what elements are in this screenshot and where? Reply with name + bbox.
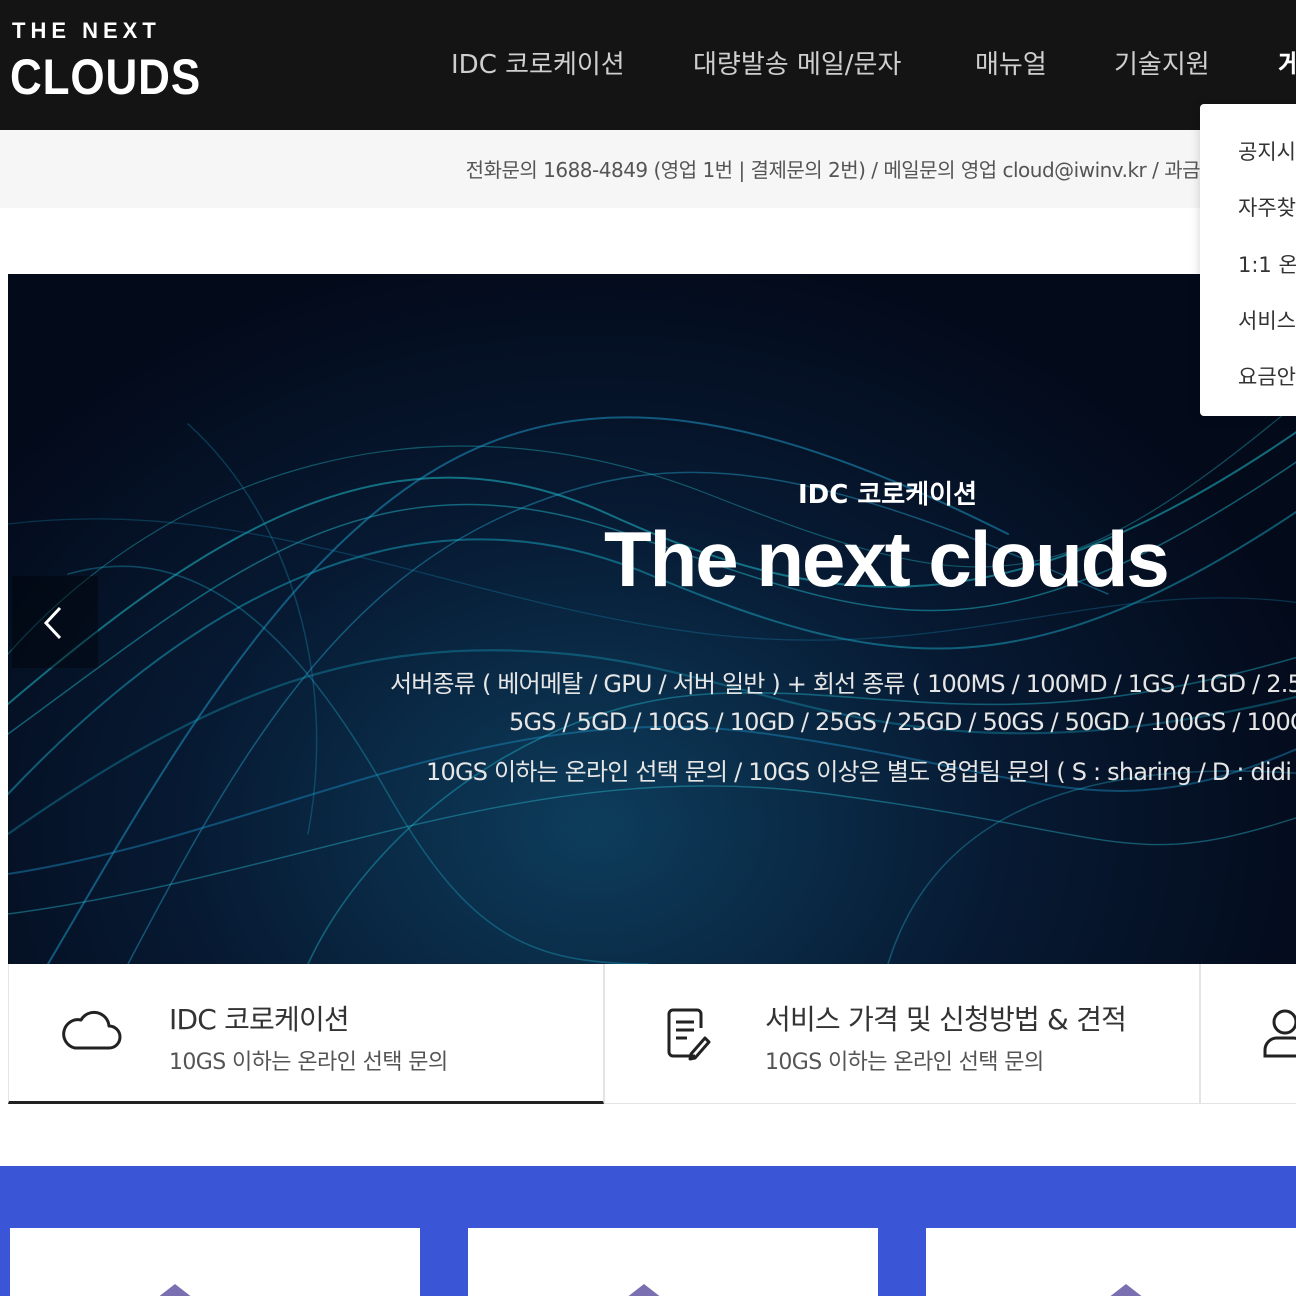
hero-text-line: 서버종류 ( 베어메탈 / GPU / 서버 일반 ) + 회선 종류 ( 10… [390, 670, 1296, 698]
contact-info-bar: 전화문의 1688-4849 (영업 1번 | 결제문의 2번) / 메일문의 … [0, 130, 1296, 208]
nav-item-manual[interactable]: 매뉴얼 [975, 44, 1047, 81]
feature-card[interactable] [468, 1228, 878, 1296]
feature-card[interactable] [926, 1228, 1296, 1296]
hero-banner: IDC 코로케이션 The next clouds 서버종류 ( 베어메탈 / … [8, 274, 1296, 964]
dropdown-item-one-on-one[interactable]: 1:1 온 [1238, 249, 1296, 279]
service-tab-desc: 10GS 이하는 온라인 선택 문의 [765, 1050, 1044, 1075]
service-tab-title: 서비스 가격 및 신청방법 & 견적 [765, 1003, 1127, 1036]
hero-text-line: 10GS 이하는 온라인 선택 문의 / 10GS 이상은 별도 영업팀 문의 … [426, 758, 1292, 786]
dropdown-item-faq[interactable]: 자주찾 [1238, 192, 1296, 222]
nav-item-idc-colocation[interactable]: IDC 코로케이션 [451, 44, 625, 81]
service-tab-idc-colocation[interactable]: IDC 코로케이션 10GS 이하는 온라인 선택 문의 [8, 964, 604, 1104]
cloud-icon [62, 1010, 122, 1050]
chevron-left-icon [43, 606, 62, 640]
main-nav: IDC 코로케이션 대량발송 메일/문자 매뉴얼 기술지원 게 [0, 44, 1296, 84]
service-tab-pricing[interactable]: 서비스 가격 및 신청방법 & 견적 10GS 이하는 온라인 선택 문의 [604, 964, 1200, 1104]
feature-card-icon [157, 1284, 193, 1296]
nav-item-tech-support[interactable]: 기술지원 [1114, 44, 1210, 81]
feature-card-icon [626, 1284, 662, 1296]
dropdown-item-pricing[interactable]: 요금안 [1238, 361, 1296, 391]
logo-tagline[interactable]: THE NEXT [12, 18, 161, 44]
feature-card[interactable] [10, 1228, 420, 1296]
dropdown-item-service[interactable]: 서비스 [1238, 305, 1296, 335]
document-edit-icon [667, 1008, 711, 1061]
service-tab-third[interactable] [1200, 964, 1296, 1104]
feature-section [0, 1166, 1296, 1296]
feature-card-icon [1108, 1284, 1144, 1296]
slider-prev-button[interactable] [12, 576, 98, 668]
service-tab-desc: 10GS 이하는 온라인 선택 문의 [169, 1050, 448, 1075]
network-waves-graphic [8, 403, 1296, 964]
nav-item-board[interactable]: 게 [1278, 44, 1296, 81]
nav-item-bulk-mail-sms[interactable]: 대량발송 메일/문자 [693, 44, 901, 81]
hero-subtitle: IDC 코로케이션 [798, 480, 977, 510]
dropdown-item-notice[interactable]: 공지시 [1238, 136, 1296, 166]
site-header: THE NEXT CLOUDS IDC 코로케이션 대량발송 메일/문자 매뉴얼… [0, 0, 1296, 130]
service-tab-title: IDC 코로케이션 [169, 1003, 350, 1036]
hero-text-line: 5GS / 5GD / 10GS / 10GD / 25GS / 25GD / … [509, 708, 1296, 736]
nav-dropdown-menu: 공지시 자주찾 1:1 온 서비스 요금안 [1200, 104, 1296, 416]
service-tabs: IDC 코로케이션 10GS 이하는 온라인 선택 문의 서비스 가격 및 신청… [8, 964, 1296, 1104]
user-icon [1263, 1009, 1296, 1058]
contact-info-text: 전화문의 1688-4849 (영업 1번 | 결제문의 2번) / 메일문의 … [465, 158, 1201, 182]
hero-title: The next clouds [604, 515, 1170, 603]
page: THE NEXT CLOUDS IDC 코로케이션 대량발송 메일/문자 매뉴얼… [0, 0, 1296, 1296]
